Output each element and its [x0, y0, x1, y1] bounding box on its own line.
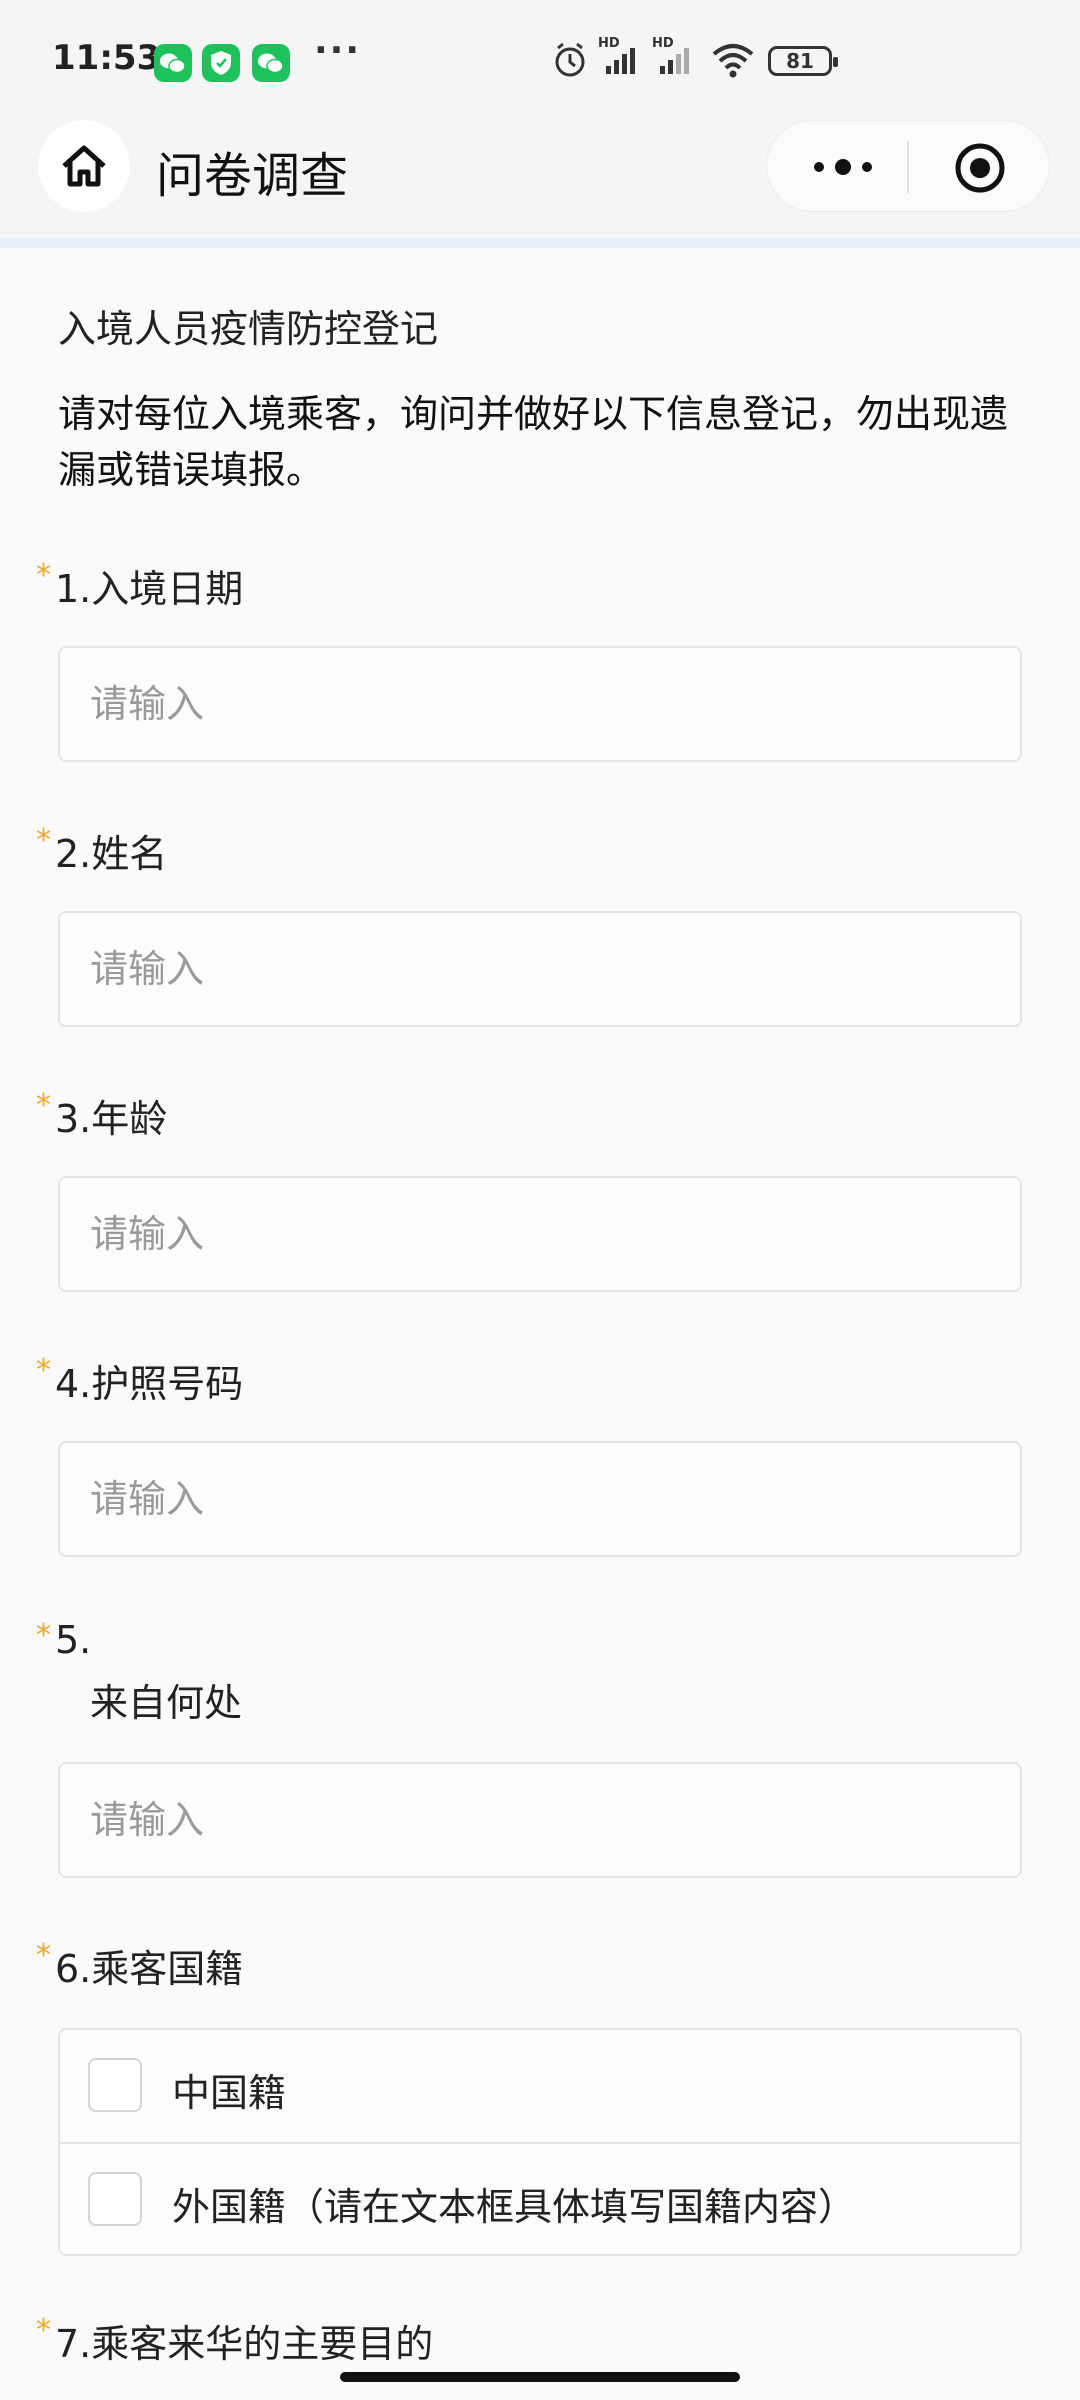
question-number: 1. [55, 567, 92, 611]
status-time: 11:53 [52, 38, 161, 78]
question-label: * 2.姓名 [36, 823, 167, 878]
name-input[interactable]: 请输入 [58, 911, 1022, 1027]
header-accent-bar [0, 238, 1080, 248]
question-label: * 7.乘客来华的主要目的 [36, 2313, 433, 2368]
question-text: 来自何处 [90, 1681, 243, 1725]
survey-title: 入境人员疫情防控登记 [58, 307, 439, 351]
required-marker: * [36, 1938, 51, 1973]
question-number: 6. [55, 1947, 92, 1991]
close-miniprogram-icon[interactable] [955, 143, 1005, 193]
question-text: 年龄 [91, 1097, 168, 1141]
option-label: 外国籍（请在文本框具体填写国籍内容） [172, 2185, 857, 2229]
passport-number-input[interactable]: 请输入 [58, 1441, 1022, 1557]
alarm-icon [555, 42, 585, 77]
question-number: 3. [55, 1097, 92, 1141]
status-right-icons: HD HD 81 [550, 36, 850, 84]
home-icon [62, 145, 106, 187]
option-foreign-nationality[interactable]: 外国籍（请在文本框具体填写国籍内容） [60, 2142, 1020, 2256]
nav-bar: 问卷调查 [0, 120, 1080, 238]
question-text: 护照号码 [91, 1362, 244, 1406]
checkbox[interactable] [88, 2058, 142, 2112]
origin-input[interactable]: 请输入 [58, 1762, 1022, 1878]
required-marker: * [36, 1353, 51, 1388]
question-label: * 6.乘客国籍 [36, 1938, 243, 1993]
question-text: 入境日期 [91, 567, 244, 611]
status-overflow: ··· [314, 30, 362, 71]
battery-icon: 81 [768, 46, 838, 76]
mini-program-capsule [766, 120, 1050, 212]
option-label: 中国籍 [172, 2071, 287, 2115]
age-input[interactable]: 请输入 [58, 1176, 1022, 1292]
question-text: 乘客国籍 [91, 1947, 244, 1991]
question-number: 4. [55, 1362, 92, 1406]
wechat-icon [252, 44, 290, 82]
entry-date-input[interactable]: 请输入 [58, 646, 1022, 762]
status-bar: 11:53 ··· HD HD 81 [0, 0, 1080, 120]
battery-level: 81 [786, 49, 814, 73]
question-label: * 3.年龄 [36, 1088, 167, 1143]
wechat-icon [154, 44, 192, 82]
survey-form: 入境人员疫情防控登记 请对每位入境乘客，询问并做好以下信息登记，勿出现遗漏或错误… [0, 248, 1080, 2400]
security-shield-icon [202, 44, 240, 82]
question-text: 姓名 [91, 832, 168, 876]
question-number: 5. [55, 1618, 92, 1662]
page-title: 问卷调查 [156, 148, 349, 204]
more-options-icon[interactable] [803, 147, 883, 187]
question-number: 2. [55, 832, 92, 876]
required-marker: * [36, 558, 51, 593]
required-marker: * [36, 823, 51, 858]
option-chinese-nationality[interactable]: 中国籍 [60, 2030, 1020, 2142]
question-label: * 1.入境日期 [36, 558, 243, 613]
survey-description: 请对每位入境乘客，询问并做好以下信息登记，勿出现遗漏或错误填报。 [58, 392, 1009, 492]
required-marker: * [36, 2313, 51, 2348]
home-button[interactable] [38, 120, 130, 212]
question-text: 乘客来华的主要目的 [91, 2322, 434, 2366]
question-number: 7. [55, 2322, 92, 2366]
required-marker: * [36, 1088, 51, 1123]
home-indicator[interactable] [340, 2372, 740, 2382]
wifi-icon [712, 44, 754, 78]
question-label: * 5. 来自何处 [36, 1618, 242, 1727]
question-label: * 4.护照号码 [36, 1353, 243, 1408]
checkbox[interactable] [88, 2172, 142, 2226]
required-marker: * [36, 1618, 51, 1653]
capsule-divider [907, 141, 909, 193]
nationality-options: 中国籍 外国籍（请在文本框具体填写国籍内容） [58, 2028, 1022, 2256]
